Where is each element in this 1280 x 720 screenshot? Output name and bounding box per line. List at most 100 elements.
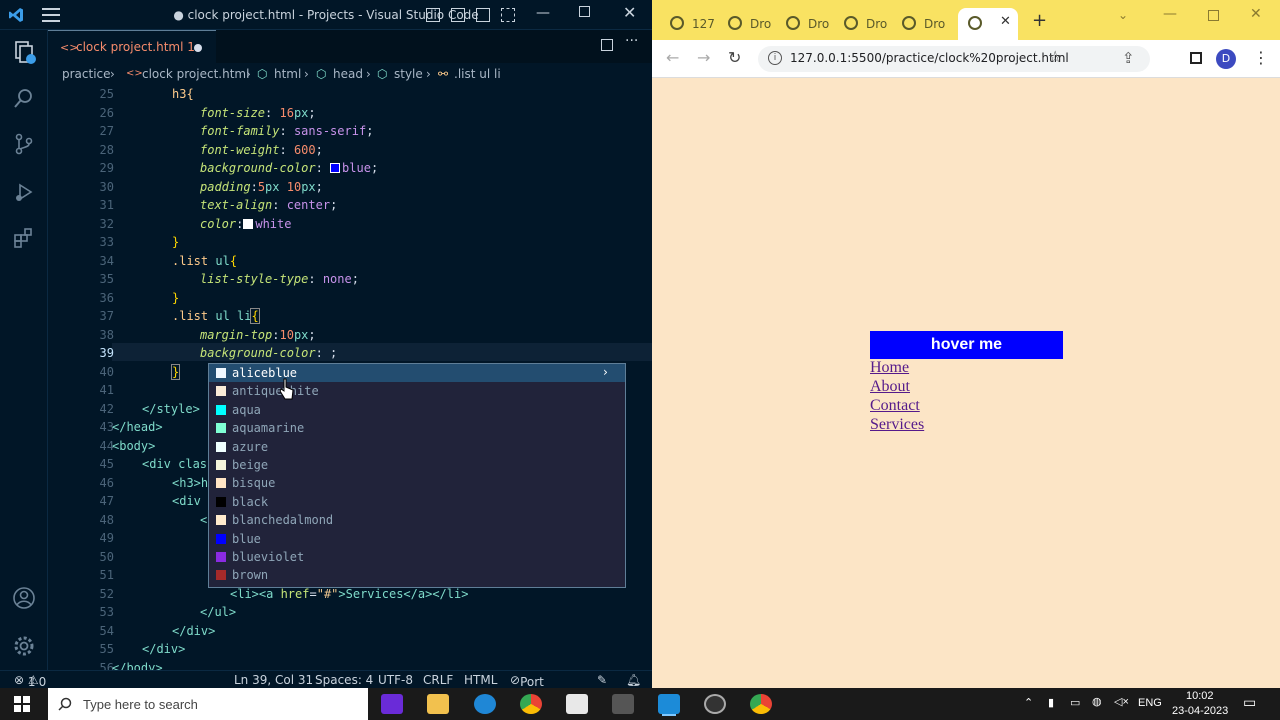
info-icon[interactable]: i: [768, 51, 782, 65]
tab-clock-project[interactable]: <> clock project.html 1: [48, 30, 216, 63]
suggestion-item[interactable]: blue: [209, 530, 625, 548]
clock-date[interactable]: 23-04-2023: [1172, 705, 1228, 717]
side-panel-icon[interactable]: [1190, 52, 1202, 64]
breadcrumb-item[interactable]: html: [274, 67, 301, 81]
notifications-bell-icon[interactable]: 🔔︎: [626, 673, 641, 687]
account-icon[interactable]: [12, 586, 36, 610]
suggestion-item[interactable]: aliceblue ›: [209, 364, 625, 382]
color-swatch[interactable]: [330, 163, 341, 173]
color-swatch[interactable]: [243, 219, 254, 229]
nav-link-services[interactable]: Services: [870, 416, 924, 434]
suggestion-item[interactable]: beige: [209, 456, 625, 474]
tray-chevron-icon[interactable]: ⌃: [1024, 696, 1033, 709]
maximize-icon[interactable]: [1208, 10, 1219, 21]
close-icon[interactable]: ✕: [623, 3, 636, 22]
battery-icon[interactable]: ▭: [1070, 696, 1080, 709]
settings-gear-icon[interactable]: [12, 634, 36, 658]
new-tab-icon[interactable]: +: [1032, 10, 1047, 31]
browser-menu-icon[interactable]: ⋮: [1253, 48, 1269, 67]
indentation[interactable]: Spaces: 4: [315, 673, 373, 687]
suggestion-item[interactable]: aqua: [209, 401, 625, 419]
customize-layout-icon[interactable]: [501, 8, 515, 22]
profile-avatar[interactable]: D: [1216, 49, 1236, 69]
obs-app-icon[interactable]: [704, 694, 726, 714]
breadcrumb-item[interactable]: .list ul li: [454, 67, 501, 81]
line-number: 27: [99, 124, 114, 138]
nav-link-home[interactable]: Home: [870, 359, 909, 377]
store-icon[interactable]: [612, 694, 634, 714]
intellij-app-icon[interactable]: [381, 694, 403, 714]
forward-icon[interactable]: →: [697, 48, 710, 67]
suggestion-item[interactable]: azure: [209, 438, 625, 456]
autocomplete-suggestions[interactable]: aliceblue › antiquewhite aqua aquamarine azur…: [208, 363, 626, 588]
suggestion-item[interactable]: blueviolet: [209, 548, 625, 566]
suggestion-item[interactable]: black: [209, 493, 625, 511]
run-debug-icon[interactable]: [12, 180, 36, 204]
line-number: 29: [99, 161, 114, 175]
search-icon[interactable]: [12, 86, 36, 110]
chrome-profile-icon[interactable]: [750, 694, 772, 714]
edge-browser-icon[interactable]: [474, 694, 496, 714]
feedback-icon[interactable]: ✎: [597, 673, 607, 687]
share-icon[interactable]: ⇪: [1122, 49, 1135, 67]
mail-icon[interactable]: [566, 694, 588, 714]
suggestion-item[interactable]: brown: [209, 566, 625, 584]
suggestion-label: blueviolet: [232, 550, 305, 564]
back-icon[interactable]: ←: [666, 48, 679, 67]
browser-tab[interactable]: Dro: [776, 8, 834, 40]
browser-tab[interactable]: 127: [660, 8, 718, 40]
vscode-app-icon[interactable]: [658, 694, 680, 714]
window-title: ● clock project.html - Projects - Visual…: [173, 8, 479, 22]
suggestion-item[interactable]: bisque: [209, 474, 625, 492]
minimize-icon[interactable]: —: [536, 5, 550, 21]
address-bar[interactable]: i 127.0.0.1:5500/practice/clock%20projec…: [758, 46, 1150, 72]
nav-link-contact[interactable]: Contact: [870, 397, 920, 415]
encoding[interactable]: UTF-8: [378, 673, 413, 687]
close-tab-icon[interactable]: ✕: [1000, 14, 1011, 29]
suggestion-item[interactable]: aquamarine: [209, 419, 625, 437]
reload-icon[interactable]: ↻: [728, 48, 741, 67]
cursor-position[interactable]: Ln 39, Col 31: [234, 673, 313, 687]
browser-tab[interactable]: Dro: [718, 8, 776, 40]
unsaved-dot-icon[interactable]: [194, 44, 202, 52]
source-control-icon[interactable]: [12, 132, 36, 156]
microphone-icon[interactable]: ▮: [1048, 696, 1054, 709]
clock-time[interactable]: 10:02: [1186, 690, 1214, 702]
bookmark-star-icon[interactable]: ☆: [1048, 47, 1062, 66]
read-more-chevron-icon[interactable]: ›: [602, 365, 609, 379]
suggestion-item[interactable]: antiquewhite: [209, 382, 625, 400]
split-editor-icon[interactable]: [601, 39, 613, 51]
more-actions-icon[interactable]: ···: [625, 33, 638, 49]
language-mode[interactable]: HTML: [464, 673, 497, 687]
breadcrumb-item[interactable]: style: [394, 67, 423, 81]
minimize-icon[interactable]: —: [1163, 6, 1177, 22]
maximize-icon[interactable]: [579, 6, 590, 17]
toggle-sidebar-icon[interactable]: [426, 8, 440, 22]
speaker-muted-icon[interactable]: ◁×: [1114, 695, 1129, 708]
nav-link-about[interactable]: About: [870, 378, 910, 396]
toggle-secondary-sidebar-icon[interactable]: [476, 8, 490, 22]
explorer-icon[interactable]: [12, 40, 36, 64]
tab-search-chevron-icon[interactable]: ⌄: [1118, 8, 1128, 22]
browser-tab[interactable]: Dro: [834, 8, 892, 40]
close-icon[interactable]: ✕: [1250, 6, 1262, 22]
breadcrumb-item[interactable]: clock project.html: [142, 67, 249, 81]
chrome-browser-icon[interactable]: [520, 694, 542, 714]
extensions-icon[interactable]: [12, 226, 36, 250]
notification-center-icon[interactable]: ▭: [1243, 694, 1256, 711]
live-server-port[interactable]: ⊘ Port : 5500: [510, 673, 551, 717]
network-globe-icon[interactable]: ◍: [1092, 695, 1102, 708]
windows-start-icon[interactable]: [14, 696, 30, 712]
browser-tab-active[interactable]: ✕: [958, 8, 1018, 40]
hover-heading[interactable]: hover me: [870, 331, 1063, 359]
problems-indicator[interactable]: ⊗ 1 ⚠ 0: [14, 673, 46, 689]
file-explorer-icon[interactable]: [427, 694, 449, 714]
browser-tab[interactable]: Dro: [892, 8, 950, 40]
toggle-panel-icon[interactable]: [451, 8, 465, 22]
breadcrumb-item[interactable]: head: [333, 67, 363, 81]
language-indicator[interactable]: ENG: [1138, 697, 1162, 709]
line-ending[interactable]: CRLF: [423, 673, 453, 687]
suggestion-item[interactable]: blanchedalmond: [209, 511, 625, 529]
breadcrumb-item[interactable]: practice: [62, 67, 111, 81]
taskbar-search[interactable]: Type here to search: [48, 688, 368, 720]
